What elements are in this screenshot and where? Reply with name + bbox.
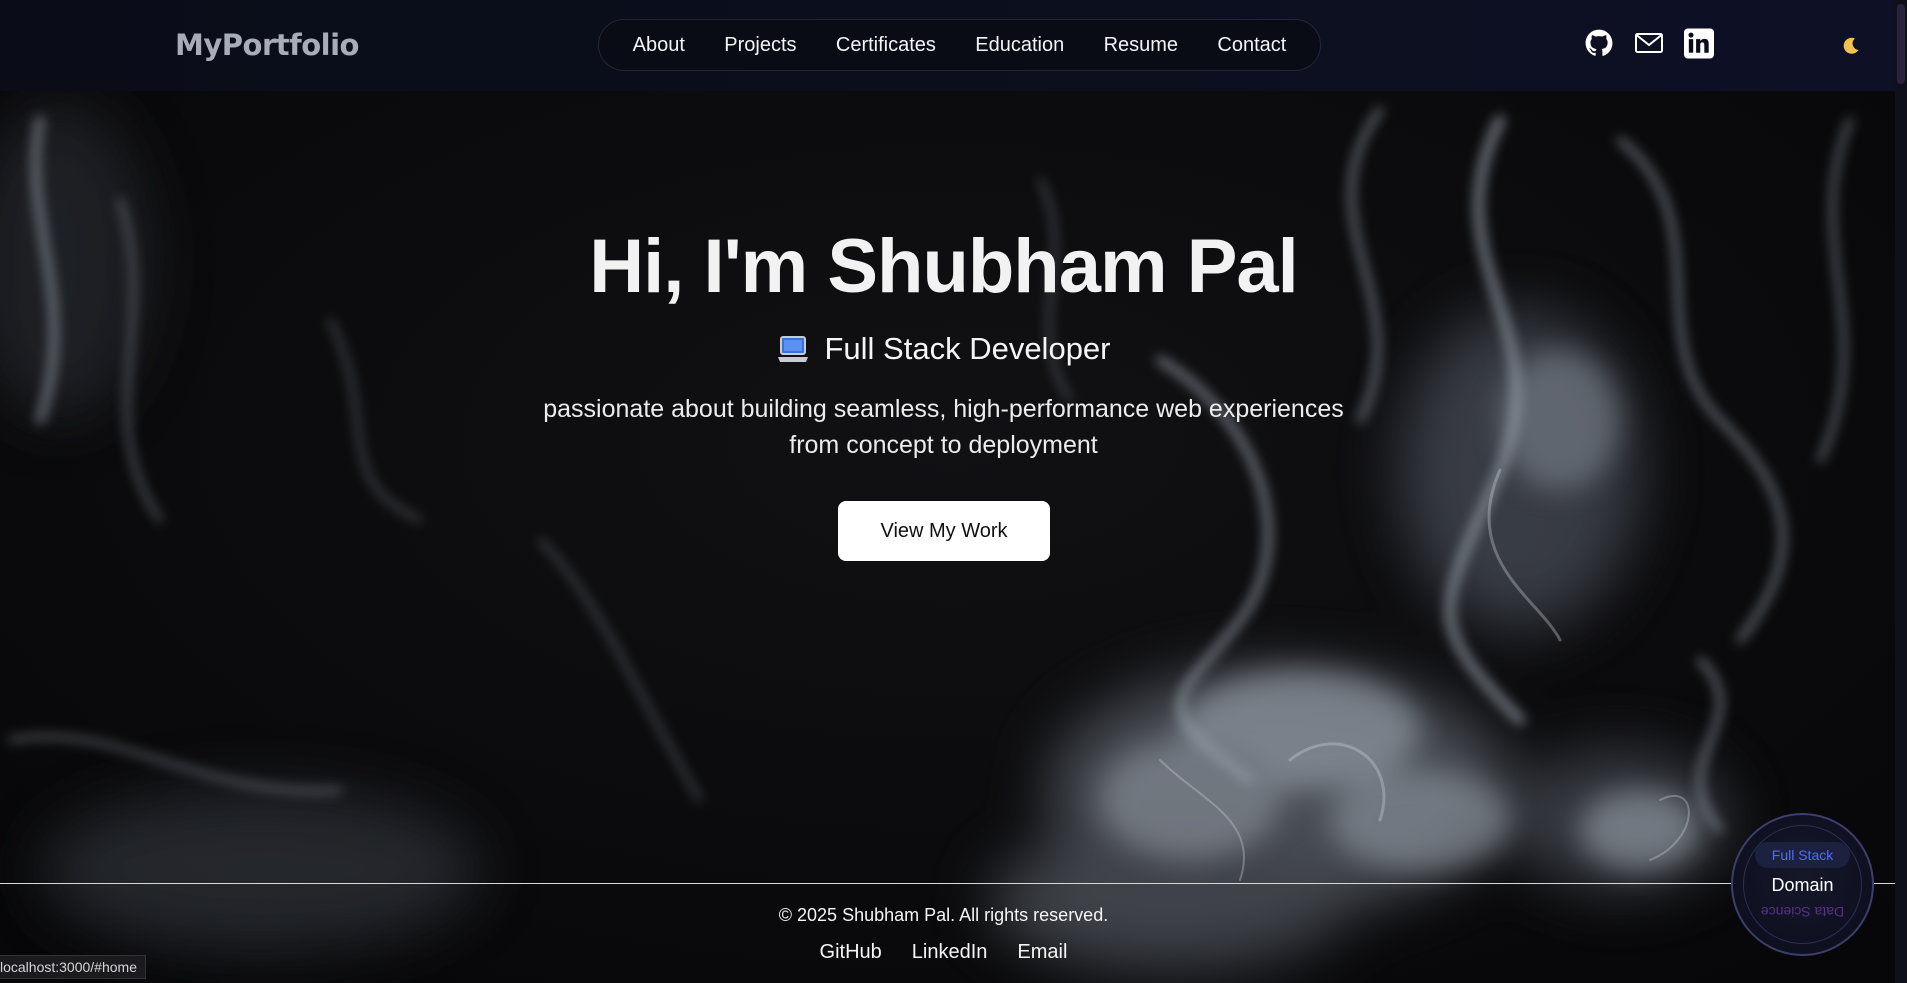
linkedin-icon[interactable] bbox=[1684, 28, 1714, 58]
github-icon[interactable] bbox=[1584, 28, 1614, 58]
social-links bbox=[1584, 28, 1714, 58]
domain-active-chip[interactable]: Full Stack bbox=[1755, 842, 1850, 868]
nav-link-certificates[interactable]: Certificates bbox=[826, 28, 946, 63]
domain-switcher[interactable]: Full Stack Domain Data Science bbox=[1731, 813, 1874, 956]
hero-description-line-1: passionate about building seamless, high… bbox=[543, 395, 1344, 423]
copyright-text: © 2025 Shubham Pal. All rights reserved. bbox=[778, 905, 1109, 925]
footer: © 2025 Shubham Pal. All rights reserved.… bbox=[0, 884, 1887, 983]
scrollbar[interactable] bbox=[1895, 0, 1907, 983]
nav-menu: About Projects Certificates Education Re… bbox=[598, 19, 1321, 71]
nav-link-contact[interactable]: Contact bbox=[1207, 28, 1296, 63]
laptop-icon bbox=[776, 335, 810, 363]
hero-role-text: Full Stack Developer bbox=[824, 331, 1111, 366]
navbar: MyPortfolio About Projects Certificates … bbox=[0, 0, 1907, 91]
page: MyPortfolio About Projects Certificates … bbox=[0, 0, 1907, 983]
nav-link-resume[interactable]: Resume bbox=[1094, 28, 1188, 63]
scrollbar-thumb[interactable] bbox=[1897, 4, 1905, 84]
site-logo[interactable]: MyPortfolio bbox=[175, 28, 359, 62]
footer-link-email[interactable]: Email bbox=[1017, 941, 1067, 964]
hero-section: Hi, I'm Shubham Pal Full Stack Developer… bbox=[0, 91, 1907, 883]
hero-role: Full Stack Developer bbox=[0, 331, 1887, 367]
domain-label: Domain bbox=[1771, 875, 1834, 895]
domain-alternate-option[interactable]: Data Science bbox=[1733, 904, 1872, 920]
hero-description-line-2: from concept to deployment bbox=[789, 431, 1098, 459]
view-my-work-button[interactable]: View My Work bbox=[838, 501, 1050, 561]
footer-link-linkedin[interactable]: LinkedIn bbox=[912, 941, 988, 964]
nav-link-about[interactable]: About bbox=[623, 28, 695, 63]
hero-description: passionate about building seamless, high… bbox=[520, 391, 1367, 463]
mail-icon[interactable] bbox=[1634, 28, 1664, 58]
nav-link-education[interactable]: Education bbox=[965, 28, 1074, 63]
moon-icon[interactable] bbox=[1838, 33, 1864, 59]
status-url: localhost:3000/#home bbox=[0, 955, 146, 979]
footer-links: GitHub LinkedIn Email bbox=[0, 941, 1887, 964]
hero-title: Hi, I'm Shubham Pal bbox=[589, 224, 1299, 309]
nav-link-projects[interactable]: Projects bbox=[714, 28, 806, 63]
footer-link-github[interactable]: GitHub bbox=[820, 941, 882, 964]
